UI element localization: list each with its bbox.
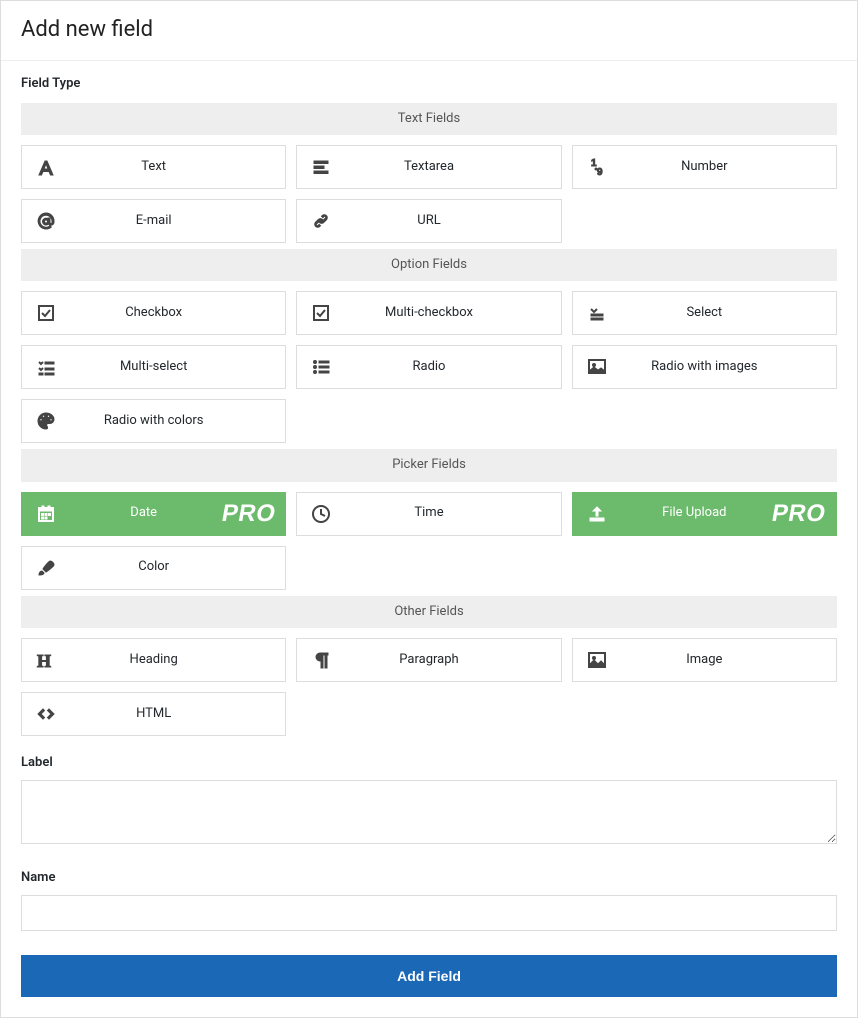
palette-icon <box>22 411 70 431</box>
field-type-time[interactable]: Time <box>296 492 561 536</box>
code-icon <box>22 704 70 724</box>
link-icon <box>297 211 345 231</box>
category-header-text: Text Fields <box>21 103 837 135</box>
label-input[interactable] <box>21 780 837 844</box>
field-type-label: Text <box>70 158 285 176</box>
field-type-date[interactable]: DatePRO <box>21 492 286 536</box>
label-field-label: Label <box>21 754 837 772</box>
category-header-picker: Picker Fields <box>21 449 837 481</box>
brush-icon <box>22 558 70 578</box>
clock-icon <box>297 504 345 524</box>
category-header-other: Other Fields <box>21 596 837 628</box>
paragraph-icon <box>297 650 345 670</box>
field-type-number[interactable]: Number <box>572 145 837 189</box>
field-type-label: Image <box>621 651 836 669</box>
nine-icon <box>573 157 621 177</box>
field-type-label: Color <box>70 558 285 576</box>
field-type-label: Heading <box>70 651 285 669</box>
field-type-heading[interactable]: Heading <box>21 638 286 682</box>
image-o-icon <box>573 357 621 377</box>
field-type-url[interactable]: URL <box>296 199 561 243</box>
at-icon <box>22 211 70 231</box>
field-type-label: Field Type <box>21 75 837 93</box>
field-type-label: Select <box>621 304 836 322</box>
name-field-label: Name <box>21 869 837 887</box>
tasks-icon <box>22 357 70 377</box>
field-type-label: Radio with images <box>621 358 836 376</box>
align-left-icon <box>297 157 345 177</box>
field-type-select[interactable]: Select <box>572 291 837 335</box>
pro-badge: PRO <box>219 497 278 531</box>
list-icon <box>297 357 345 377</box>
pro-badge: PRO <box>770 497 829 531</box>
font-icon <box>22 157 70 177</box>
add-field-button[interactable]: Add Field <box>21 955 837 997</box>
field-type-label: Radio with colors <box>70 412 285 430</box>
field-type-textarea[interactable]: Textarea <box>296 145 561 189</box>
calendar-icon <box>22 504 70 524</box>
field-type-label: Paragraph <box>345 651 560 669</box>
category-header-option: Option Fields <box>21 249 837 281</box>
field-type-label: Time <box>345 504 560 522</box>
field-type-checkbox[interactable]: Checkbox <box>21 291 286 335</box>
field-type-color[interactable]: Color <box>21 546 286 590</box>
field-type-label: Multi-checkbox <box>345 304 560 322</box>
field-type-image[interactable]: Image <box>572 638 837 682</box>
field-type-label: URL <box>345 212 560 230</box>
field-type-label: E-mail <box>70 212 285 230</box>
select-icon <box>573 303 621 323</box>
field-type-label: Number <box>621 158 836 176</box>
field-type-label: HTML <box>70 705 285 723</box>
panel-header: Add new field <box>1 1 857 61</box>
panel-title: Add new field <box>21 15 837 46</box>
field-type-label: Textarea <box>345 158 560 176</box>
field-type-multi-select[interactable]: Multi-select <box>21 345 286 389</box>
upload-icon <box>573 504 621 524</box>
field-type-label: Multi-select <box>70 358 285 376</box>
name-input[interactable] <box>21 895 837 931</box>
field-type-html[interactable]: HTML <box>21 692 286 736</box>
heading-icon <box>22 650 70 670</box>
field-type-label: Checkbox <box>70 304 285 322</box>
field-type-label: Radio <box>345 358 560 376</box>
image-icon <box>573 650 621 670</box>
field-type-file[interactable]: File UploadPRO <box>572 492 837 536</box>
check-square-icon <box>297 303 345 323</box>
field-type-radio-images[interactable]: Radio with images <box>572 345 837 389</box>
field-type-email[interactable]: E-mail <box>21 199 286 243</box>
check-square-icon <box>22 303 70 323</box>
field-type-text[interactable]: Text <box>21 145 286 189</box>
field-type-multi-checkbox[interactable]: Multi-checkbox <box>296 291 561 335</box>
field-type-radio[interactable]: Radio <box>296 345 561 389</box>
field-type-paragraph[interactable]: Paragraph <box>296 638 561 682</box>
field-type-radio-colors[interactable]: Radio with colors <box>21 399 286 443</box>
